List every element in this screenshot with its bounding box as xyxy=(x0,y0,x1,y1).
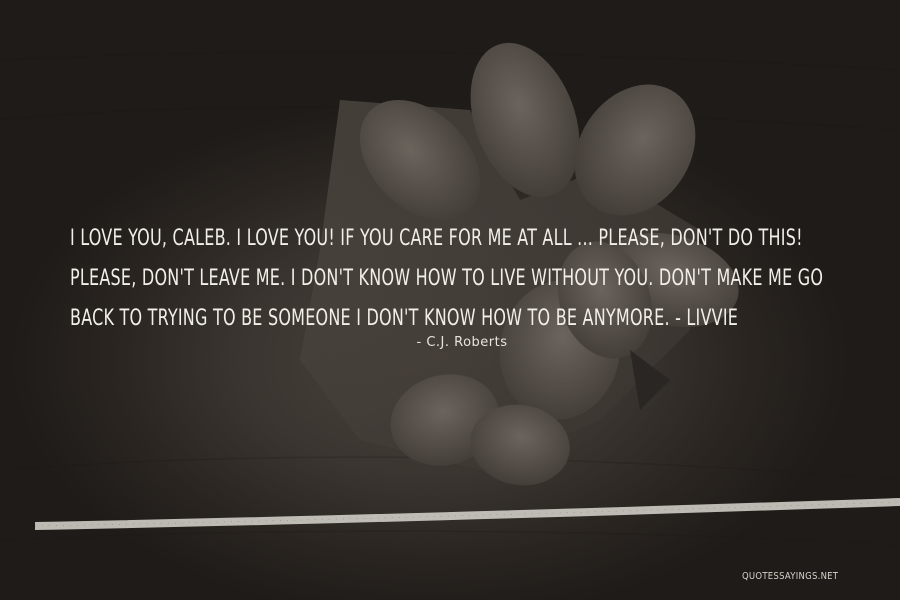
quote-image: I love you, Caleb. I love you! If you ca… xyxy=(0,0,900,600)
quote-text-content: I love you, Caleb. I love you! If you ca… xyxy=(70,225,824,331)
quote-text: I love you, Caleb. I love you! If you ca… xyxy=(70,218,823,338)
measuring-tape xyxy=(34,498,900,530)
quote-author: - C.J. Roberts xyxy=(416,335,508,350)
site-watermark: QUOTESSAYINGS.NET xyxy=(741,571,838,582)
